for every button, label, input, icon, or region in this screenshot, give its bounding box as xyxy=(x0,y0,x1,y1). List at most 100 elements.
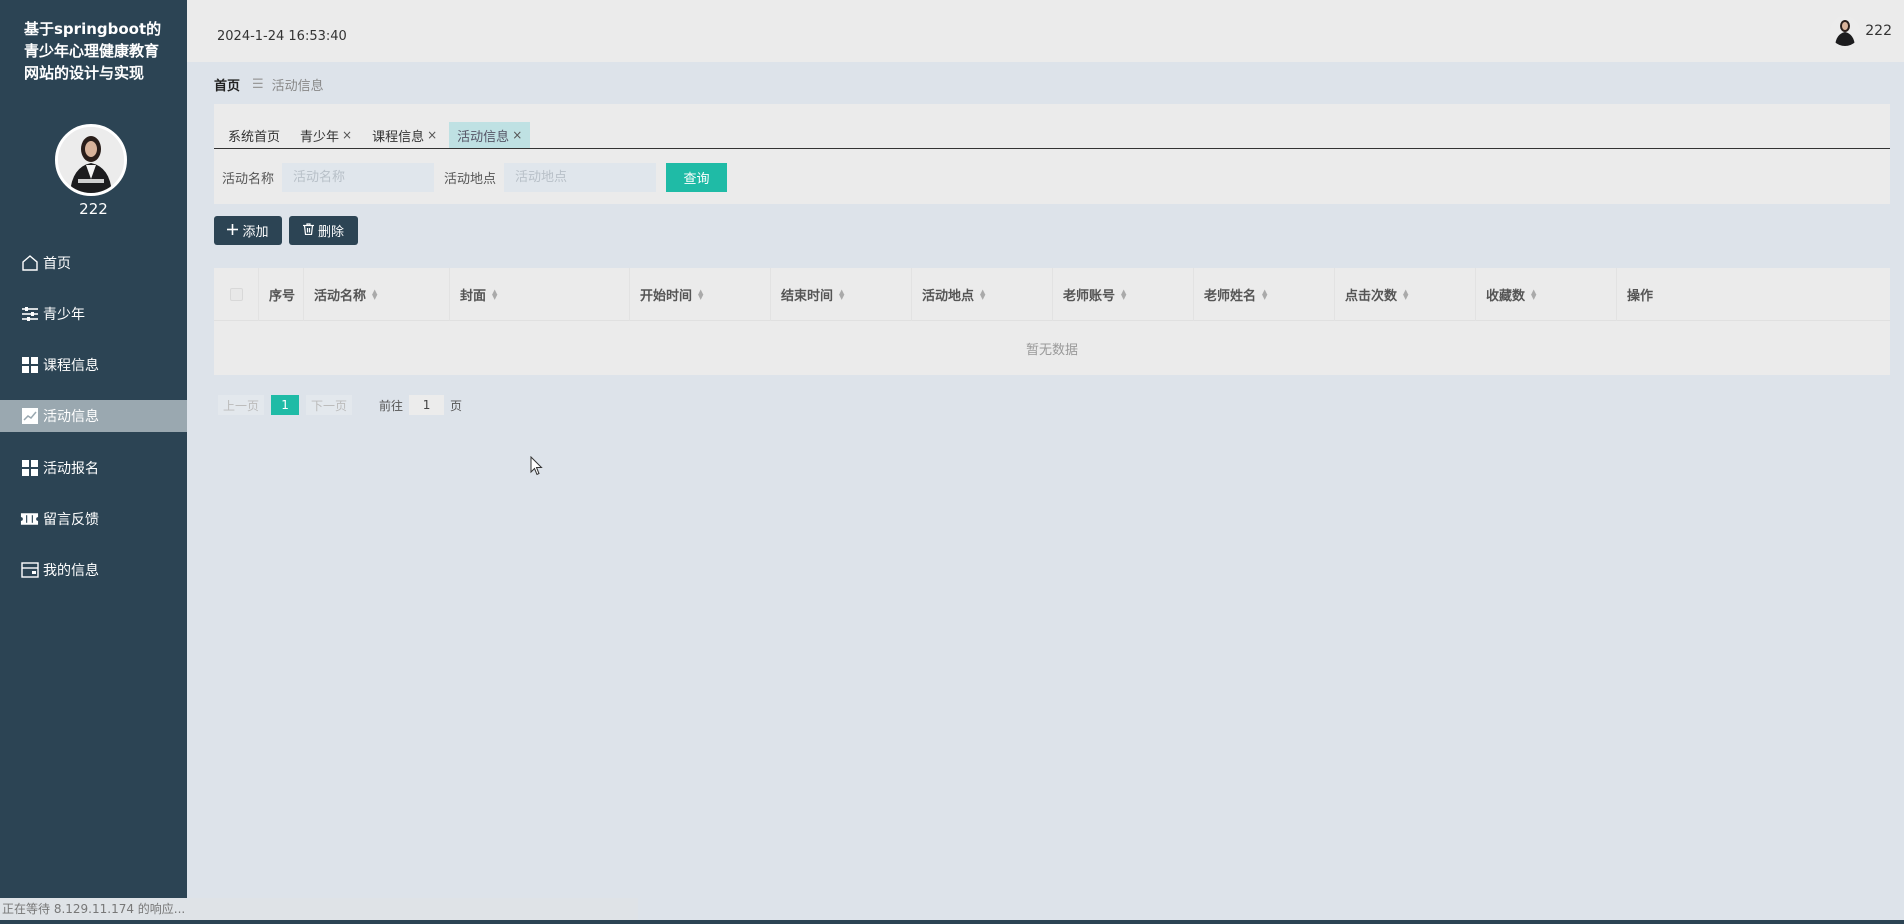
sort-icon[interactable]: ▲ ▼ xyxy=(698,288,703,300)
sidebar-item-label: 活动信息 xyxy=(43,409,99,425)
column-header-cover[interactable]: 封面 ▲ ▼ xyxy=(450,268,630,321)
sidebar-item-label: 我的信息 xyxy=(43,562,99,579)
sidebar-item-activity[interactable]: 活动信息 xyxy=(0,400,187,432)
sidebar-item-home[interactable]: 首页 xyxy=(0,237,187,288)
empty-text: 暂无数据 xyxy=(1025,342,1078,358)
sort-icon[interactable]: ▲ ▼ xyxy=(372,288,377,300)
browser-status-bar: 正在等待 8.129.11.174 的响应... xyxy=(0,898,638,920)
tab-bar: 系统首页 青少年 × 课程信息 × 活动信息 × xyxy=(220,122,534,148)
column-header-label: 老师账号 xyxy=(1063,289,1116,304)
breadcrumb-home[interactable]: 首页 xyxy=(214,75,240,94)
tab-teenager[interactable]: 青少年 × xyxy=(292,122,360,148)
bottom-strip xyxy=(0,920,1904,924)
close-icon[interactable]: × xyxy=(342,128,352,142)
system-title: 基于springboot的青少年心理健康教育网站的设计与实现 xyxy=(24,20,162,82)
column-header-activity-name[interactable]: 活动名称 ▲ ▼ xyxy=(304,268,450,321)
sort-icon[interactable]: ▲ ▼ xyxy=(1121,288,1126,300)
select-all-checkbox[interactable] xyxy=(229,288,243,301)
next-page-button[interactable]: 下一页 xyxy=(306,395,353,415)
column-header-location[interactable]: 活动地点 ▲ ▼ xyxy=(912,268,1053,321)
top-bar: 2024-1-24 16:53:40 222 xyxy=(187,0,1904,62)
sidebar-item-registration[interactable]: 活动报名 xyxy=(0,442,187,493)
delete-button-label: 删除 xyxy=(317,225,344,240)
prev-page-button[interactable]: 上一页 xyxy=(218,395,265,415)
sidebar-item-feedback[interactable]: 留言反馈 xyxy=(0,493,187,544)
delete-button[interactable]: 删除 xyxy=(289,216,358,245)
sort-icon[interactable]: ▲ ▼ xyxy=(839,288,844,300)
sidebar-avatar[interactable] xyxy=(55,124,127,196)
sidebar-item-myinfo[interactable]: 我的信息 xyxy=(0,544,187,595)
table-header: 序号 活动名称 ▲ ▼ 封面 ▲ ▼ 开始时间 ▲ ▼ 结束时间 ▲ ▼ 活动地点 ▲ ▼… xyxy=(214,268,1890,321)
activity-name-input[interactable] xyxy=(282,163,435,192)
sidebar-username: 222 xyxy=(79,200,108,218)
column-header-favorites[interactable]: 收藏数 ▲ ▼ xyxy=(1476,268,1617,321)
tab-system-home[interactable]: 系统首页 xyxy=(220,122,288,148)
page-number-button[interactable]: 1 xyxy=(271,395,300,415)
goto-page-input[interactable] xyxy=(409,395,445,415)
column-header-click-count[interactable]: 点击次数 ▲ ▼ xyxy=(1335,268,1476,321)
tab-course[interactable]: 课程信息 × xyxy=(364,122,445,148)
chart-icon xyxy=(20,407,39,426)
column-header-label: 封面 xyxy=(460,289,487,304)
column-header-actions: 操作 xyxy=(1617,268,1890,321)
mouse-cursor-icon xyxy=(530,455,544,476)
tab-label: 青少年 xyxy=(300,129,340,145)
column-header-label: 开始时间 xyxy=(640,289,693,304)
column-header-start-time[interactable]: 开始时间 ▲ ▼ xyxy=(630,268,771,321)
close-icon[interactable]: × xyxy=(427,128,437,142)
sidebar-menu: 首页 青少年 课程信息 活动信息 活动报名 留言反馈 我的信息 xyxy=(0,237,187,595)
column-header-end-time[interactable]: 结束时间 ▲ ▼ xyxy=(771,268,912,321)
search-card: 系统首页 青少年 × 课程信息 × 活动信息 × 活动名称 活动地点 查询 xyxy=(214,104,1890,204)
activity-name-label: 活动名称 xyxy=(222,172,275,187)
tab-activity[interactable]: 活动信息 × xyxy=(449,122,531,148)
sidebar-item-label: 课程信息 xyxy=(43,357,99,374)
sort-icon[interactable]: ▲ ▼ xyxy=(1403,288,1408,300)
tab-label: 系统首页 xyxy=(228,129,281,145)
sidebar-item-label: 首页 xyxy=(43,255,71,272)
column-header-label: 结束时间 xyxy=(781,289,834,304)
add-button[interactable]: 添加 xyxy=(214,216,282,245)
sidebar: 基于springboot的青少年心理健康教育网站的设计与实现 222 首页 青少… xyxy=(0,0,187,924)
page-unit-label: 页 xyxy=(450,398,463,413)
ticket-icon xyxy=(20,509,39,528)
sliders-icon xyxy=(20,304,39,323)
tab-divider xyxy=(214,148,1890,149)
tab-label: 课程信息 xyxy=(372,129,425,145)
current-datetime: 2024-1-24 16:53:40 xyxy=(217,29,347,44)
column-header-teacher-account[interactable]: 老师账号 ▲ ▼ xyxy=(1053,268,1194,321)
trash-icon xyxy=(302,222,314,239)
sidebar-item-label: 留言反馈 xyxy=(43,511,99,528)
activity-place-input[interactable] xyxy=(504,163,657,192)
sort-icon[interactable]: ▲ ▼ xyxy=(1531,288,1536,300)
select-all-cell xyxy=(214,268,259,321)
column-header-label: 操作 xyxy=(1627,289,1654,304)
plus-icon xyxy=(227,223,239,239)
sidebar-item-course[interactable]: 课程信息 xyxy=(0,339,187,390)
sort-icon[interactable]: ▲ ▼ xyxy=(1262,288,1267,300)
header-avatar[interactable] xyxy=(1830,16,1860,46)
query-button[interactable]: 查询 xyxy=(666,163,728,192)
sidebar-item-teenager[interactable]: 青少年 xyxy=(0,288,187,339)
column-header-label: 点击次数 xyxy=(1345,289,1398,304)
sort-icon[interactable]: ▲ ▼ xyxy=(492,288,497,300)
column-header-label: 老师姓名 xyxy=(1204,289,1257,304)
sidebar-item-label: 青少年 xyxy=(43,306,85,323)
column-header-label: 活动名称 xyxy=(314,289,367,304)
column-header-label: 序号 xyxy=(269,289,296,304)
column-header-index: 序号 xyxy=(259,268,304,321)
tab-label: 活动信息 xyxy=(457,129,510,145)
grid-icon xyxy=(20,458,39,477)
breadcrumb-current: 活动信息 xyxy=(271,79,324,94)
table-empty-row: 暂无数据 xyxy=(214,321,1890,375)
home-icon xyxy=(20,253,39,272)
close-icon[interactable]: × xyxy=(512,128,522,142)
header-username[interactable]: 222 xyxy=(1865,23,1892,39)
breadcrumb-separator: ☰ xyxy=(252,77,264,92)
breadcrumb: 首页 ☰ 活动信息 xyxy=(214,75,324,94)
column-header-label: 收藏数 xyxy=(1486,289,1526,304)
card-icon xyxy=(20,560,39,579)
activity-place-label: 活动地点 xyxy=(444,172,497,187)
column-header-teacher-name[interactable]: 老师姓名 ▲ ▼ xyxy=(1194,268,1335,321)
activity-table: 序号 活动名称 ▲ ▼ 封面 ▲ ▼ 开始时间 ▲ ▼ 结束时间 ▲ ▼ 活动地点 ▲ ▼… xyxy=(214,268,1890,375)
sort-icon[interactable]: ▲ ▼ xyxy=(980,288,985,300)
